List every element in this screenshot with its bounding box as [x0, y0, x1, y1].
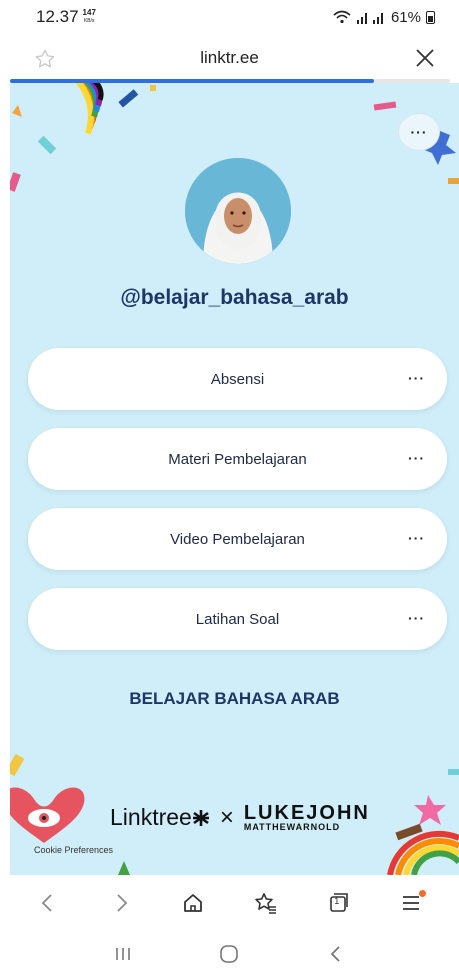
- battery-icon: [426, 10, 435, 24]
- close-icon[interactable]: [413, 46, 437, 70]
- browser-bottom-nav: 1: [0, 875, 459, 930]
- bookmarks-icon[interactable]: [251, 888, 281, 918]
- matthewarnold-text: MATTHEWARNOLD: [243, 822, 341, 832]
- status-indicators: 61%: [333, 9, 435, 26]
- linktree-asterisk-icon: [192, 809, 209, 826]
- lukejohn-logo: LUKEJOHN MATTHEWARNOLD: [244, 803, 370, 832]
- linktree-page: ··· @belajar_bahasa_arab Absensi ··· Mat…: [10, 83, 459, 875]
- network-speed: 147 KB/s: [83, 9, 96, 25]
- tabs-count: 1: [334, 895, 340, 906]
- back-chevron-icon[interactable]: [321, 939, 351, 969]
- page-footer-title: BELAJAR BAHASA ARAB: [129, 689, 340, 708]
- more-dots-icon: ···: [410, 124, 428, 140]
- browser-top-bar: linktr.ee: [0, 34, 459, 82]
- link-label: Absensi: [210, 370, 265, 388]
- status-bar: 12.37 147 KB/s 61%: [0, 0, 459, 34]
- wifi-icon: [333, 10, 351, 24]
- menu-icon[interactable]: [396, 888, 426, 918]
- notification-dot: [418, 889, 426, 897]
- home-circle-icon[interactable]: [214, 939, 244, 969]
- link-button-absensi[interactable]: Absensi ···: [28, 348, 447, 410]
- brand-collab-logo[interactable]: Linktree × LUKEJOHN MATTHEWARNOLD: [110, 803, 370, 832]
- link-button-latihan-soal[interactable]: Latihan Soal ···: [28, 588, 447, 650]
- more-dots-icon[interactable]: ···: [408, 450, 425, 466]
- link-button-materi-pembelajaran[interactable]: Materi Pembelajaran ···: [28, 428, 447, 490]
- back-icon[interactable]: [33, 888, 63, 918]
- home-icon[interactable]: [178, 888, 208, 918]
- avatar-image: [185, 158, 291, 264]
- battery-percent: 61%: [390, 8, 421, 26]
- tabs-icon[interactable]: 1: [323, 888, 353, 918]
- cookie-preferences-link[interactable]: Cookie Preferences: [34, 845, 113, 855]
- recents-icon[interactable]: [108, 939, 138, 969]
- forward-icon[interactable]: [106, 888, 136, 918]
- more-dots-icon[interactable]: ···: [408, 610, 425, 626]
- link-label: Latihan Soal: [195, 610, 280, 628]
- network-speed-value: 147: [82, 8, 96, 17]
- profile-handle: @belajar_bahasa_arab: [120, 286, 349, 309]
- status-time: 12.37: [36, 7, 79, 26]
- linktree-wordmark: Linktree: [110, 804, 192, 830]
- network-speed-unit: KB/s: [83, 18, 95, 24]
- star-icon[interactable]: [34, 48, 56, 70]
- more-dots-icon[interactable]: ···: [408, 370, 425, 386]
- collab-x: ×: [219, 803, 234, 831]
- status-time-group: 12.37 147 KB/s: [36, 7, 96, 27]
- more-dots-icon[interactable]: ···: [408, 530, 425, 546]
- android-nav-bar: [0, 930, 459, 977]
- link-label: Materi Pembelajaran: [168, 450, 307, 468]
- lukejohn-text: LUKEJOHN: [243, 802, 370, 824]
- more-options-button[interactable]: ···: [398, 113, 440, 151]
- profile-avatar: [185, 158, 291, 264]
- link-label: Video Pembelajaran: [170, 530, 305, 548]
- url-bar[interactable]: linktr.ee: [200, 48, 259, 68]
- signal-icon: [356, 12, 383, 24]
- linktree-logo: Linktree: [110, 804, 210, 831]
- link-button-video-pembelajaran[interactable]: Video Pembelajaran ···: [28, 508, 447, 570]
